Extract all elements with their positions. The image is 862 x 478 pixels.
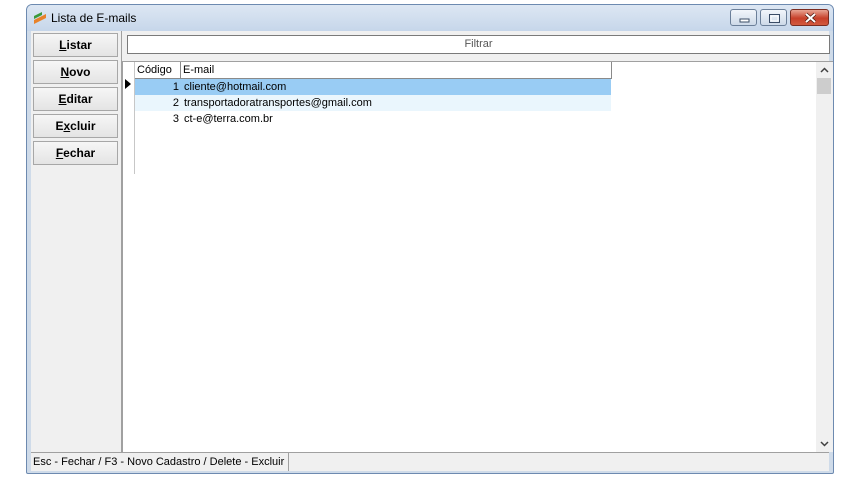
window: Lista de E-mails Listar Novo Editar Excl… — [26, 4, 834, 474]
cell-codigo: 1 — [172, 81, 179, 93]
listar-button[interactable]: Listar — [33, 33, 118, 57]
column-header-email[interactable]: E-mail — [181, 62, 611, 78]
status-text: Esc - Fechar / F3 - Novo Cadastro / Dele… — [31, 453, 290, 471]
current-row-arrow-icon — [125, 79, 131, 89]
table-row[interactable]: 2 transportadoratransportes@gmail.com — [135, 95, 611, 111]
excluir-label: cluir — [70, 119, 96, 133]
editar-label: ditar — [66, 92, 93, 106]
window-title: Lista de E-mails — [51, 11, 137, 25]
fechar-label: echar — [63, 146, 96, 160]
novo-label: ovo — [69, 65, 91, 79]
minimize-button[interactable] — [730, 9, 757, 26]
email-grid[interactable]: Código E-mail 1 cliente@hotmail.com 2 tr… — [122, 61, 833, 452]
cell-email: cliente@hotmail.com — [184, 81, 287, 93]
cell-codigo: 2 — [172, 97, 179, 109]
novo-button[interactable]: Novo — [33, 60, 118, 84]
cell-email: ct-e@terra.com.br — [184, 113, 273, 125]
filter-input[interactable]: Filtrar — [127, 35, 830, 54]
table-row[interactable]: 1 cliente@hotmail.com — [135, 79, 611, 95]
minimize-icon — [739, 18, 750, 23]
maximize-button[interactable] — [760, 9, 787, 26]
fechar-button[interactable]: Fechar — [33, 141, 118, 165]
editar-hotkey: E — [58, 92, 67, 106]
scrollbar-thumb[interactable] — [817, 78, 831, 94]
table-row[interactable]: 3 ct-e@terra.com.br — [135, 111, 611, 127]
listar-label: istar — [66, 38, 92, 52]
scroll-down-arrow-icon[interactable] — [820, 441, 829, 447]
grid-header: Código E-mail — [135, 62, 612, 79]
close-icon — [804, 12, 817, 24]
novo-hotkey: N — [60, 65, 70, 79]
vertical-scrollbar[interactable] — [816, 62, 833, 452]
status-bar: Esc - Fechar / F3 - Novo Cadastro / Dele… — [31, 452, 829, 471]
editar-button[interactable]: Editar — [33, 87, 118, 111]
column-header-codigo[interactable]: Código — [135, 62, 181, 78]
app-icon — [34, 12, 46, 24]
scroll-up-arrow-icon[interactable] — [820, 67, 829, 73]
title-bar[interactable]: Lista de E-mails — [27, 5, 833, 31]
close-button[interactable] — [790, 9, 829, 26]
excluir-button[interactable]: Excluir — [33, 114, 118, 138]
action-panel: Listar Novo Editar Excluir Fechar — [31, 31, 122, 452]
maximize-icon — [769, 14, 780, 23]
window-client: Listar Novo Editar Excluir Fechar Filtra… — [31, 31, 833, 471]
row-indicator-column — [123, 62, 135, 174]
cell-email: transportadoratransportes@gmail.com — [184, 97, 372, 109]
cell-codigo: 3 — [172, 113, 179, 125]
